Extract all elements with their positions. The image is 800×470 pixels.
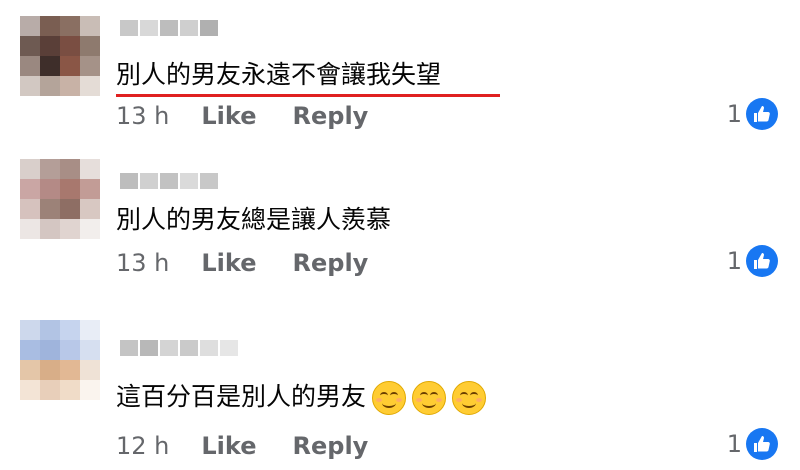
commenter-name-redacted[interactable] (120, 173, 220, 189)
comment-actions: 12 h Like Reply (116, 432, 404, 460)
smiling-face-icon (412, 381, 447, 415)
commenter-name-redacted[interactable] (120, 340, 240, 356)
commenter-name-redacted[interactable] (120, 20, 220, 36)
comment-actions: 13 h Like Reply (116, 249, 404, 277)
like-button[interactable]: Like (201, 249, 256, 277)
avatar[interactable] (20, 320, 100, 400)
smiling-face-icon (452, 381, 487, 415)
reply-button[interactable]: Reply (293, 249, 369, 277)
comment-actions: 13 h Like Reply (116, 102, 404, 130)
comment-1: 別人的男友永遠不會讓我失望 13 h Like Reply 1 (0, 16, 800, 166)
reply-button[interactable]: Reply (293, 432, 369, 460)
smiling-face-icon (372, 381, 407, 415)
avatar[interactable] (20, 159, 100, 239)
thumbs-up-icon (746, 428, 778, 460)
timestamp[interactable]: 12 h (116, 432, 169, 460)
thumbs-up-icon (746, 98, 778, 130)
comment-3: 這百分百是別人的男友 12 h Like Reply 1 (0, 320, 800, 470)
comment-text: 這百分百是別人的男友 (116, 380, 487, 415)
highlight-underline (116, 94, 500, 97)
avatar[interactable] (20, 16, 100, 96)
reaction-count: 1 (726, 247, 742, 275)
comment-text-content: 這百分百是別人的男友 (116, 382, 367, 411)
reaction-summary[interactable]: 1 (727, 98, 778, 130)
reply-button[interactable]: Reply (293, 102, 369, 130)
reaction-count: 1 (726, 100, 742, 128)
like-button[interactable]: Like (201, 432, 256, 460)
like-button[interactable]: Like (201, 102, 256, 130)
timestamp[interactable]: 13 h (116, 249, 169, 277)
thumbs-up-icon (746, 245, 778, 277)
timestamp[interactable]: 13 h (116, 102, 169, 130)
comment-2: 別人的男友總是讓人羨慕 13 h Like Reply 1 (0, 159, 800, 309)
reaction-summary[interactable]: 1 (727, 245, 778, 277)
reaction-count: 1 (726, 430, 742, 458)
comment-text: 別人的男友永遠不會讓我失望 (116, 60, 442, 89)
reaction-summary[interactable]: 1 (727, 428, 778, 460)
comment-text: 別人的男友總是讓人羨慕 (116, 205, 392, 234)
